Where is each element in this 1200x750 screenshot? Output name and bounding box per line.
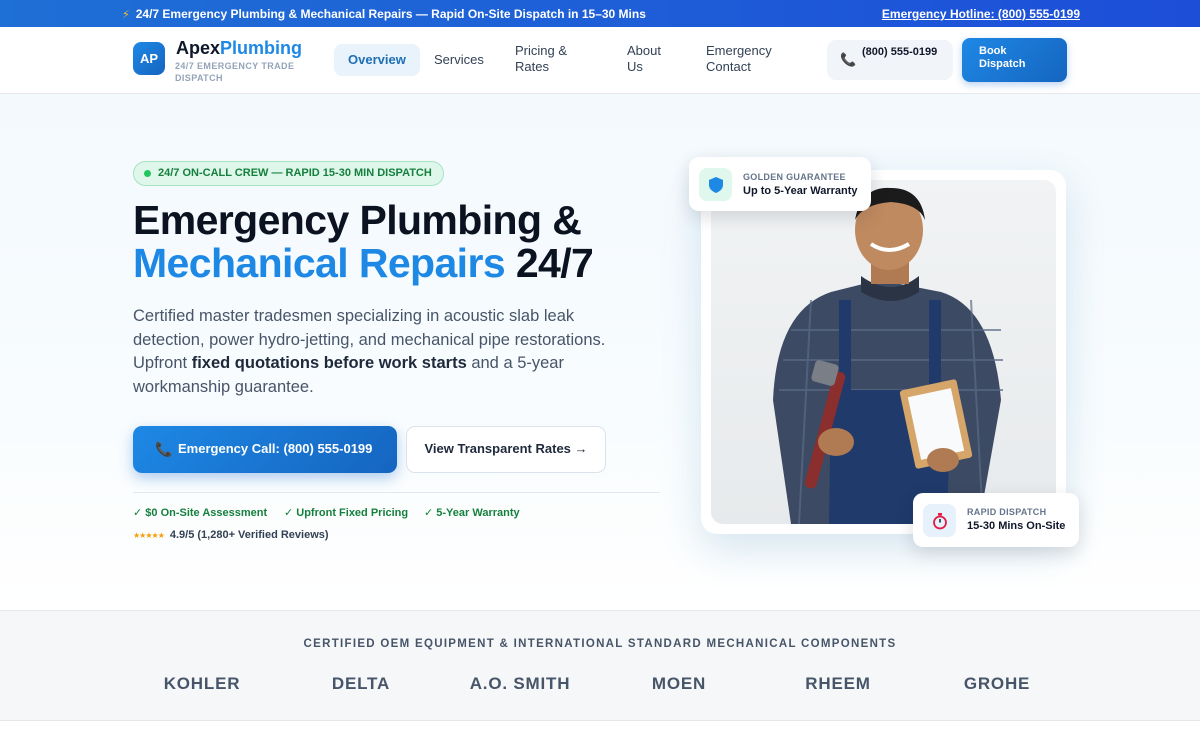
star-rating-icon: ★★★★★ <box>133 531 165 540</box>
brand-logo-grohe: GROHE <box>963 674 1031 693</box>
hotline-link[interactable]: Emergency Hotline: (800) 555-0199 <box>882 7 1080 21</box>
announcement-bar: ⚡ 24/7 Emergency Plumbing & Mechanical R… <box>0 0 1200 27</box>
hero-title: Emergency Plumbing & Mechanical Repairs … <box>133 197 594 286</box>
brand-tagline: 24/7 EMERGENCY TRADE DISPATCH <box>175 61 295 83</box>
brands-title: CERTIFIED OEM EQUIPMENT & INTERNATIONAL … <box>303 638 897 650</box>
nav-overview[interactable]: Overview <box>334 44 420 76</box>
dispatch-label: RAPID DISPATCH <box>967 507 1047 517</box>
technician-photo <box>711 180 1056 524</box>
brand-name-part2: Plumbing <box>220 38 303 58</box>
brand-logo-moen: MOEN <box>651 674 707 693</box>
technician-photo-card <box>701 170 1066 534</box>
brand-logo-ao-smith: A.O. SMITH <box>469 674 571 693</box>
phone-number: (800) 555-0199 <box>862 46 938 58</box>
status-dot <box>144 170 151 177</box>
brand-name[interactable]: ApexPlumbing <box>176 38 302 59</box>
hero-title-highlight: Mechanical Repairs <box>133 240 506 286</box>
availability-pill: 24/7 ON-CALL CREW — RAPID 15-30 MIN DISP… <box>133 161 444 186</box>
availability-text: 24/7 ON-CALL CREW — RAPID 15-30 MIN DISP… <box>158 167 432 179</box>
book-dispatch-button[interactable]: Book Dispatch <box>962 38 1067 82</box>
nav-pricing-rates[interactable]: Pricing & Rates <box>515 43 585 75</box>
phone-icon: 📞 <box>840 52 857 67</box>
rating-row: ★★★★★ 4.9/5 (1,280+ Verified Reviews) <box>133 529 329 541</box>
nav-emergency-contact[interactable]: Emergency Contact <box>706 43 786 75</box>
brand-logo-delta: DELTA <box>331 674 391 693</box>
technician-illustration <box>773 187 1003 524</box>
emergency-call-button[interactable]: 📞 Emergency Call: (800) 555-0199 <box>133 426 397 473</box>
guarantee-label: GOLDEN GUARANTEE <box>743 172 846 182</box>
hero-title-line1: Emergency Plumbing & <box>133 197 582 243</box>
brand-logo-rheem: RHEEM <box>805 674 871 693</box>
feature-assessment: ✓ $0 On-Site Assessment <box>133 507 268 519</box>
brand-name-part1: Apex <box>176 38 221 58</box>
lightning-icon: ⚡ <box>122 8 130 21</box>
shield-icon <box>699 168 732 201</box>
rating-text: 4.9/5 (1,280+ Verified Reviews) <box>169 529 329 541</box>
brand-logo-kohler: KOHLER <box>163 674 241 693</box>
brands-strip: CERTIFIED OEM EQUIPMENT & INTERNATIONAL … <box>0 610 1200 721</box>
book-dispatch-label: Book Dispatch <box>979 45 1026 70</box>
stopwatch-icon <box>923 504 956 537</box>
hero-title-suffix: 24/7 <box>505 240 594 286</box>
nav-about-us[interactable]: About Us <box>627 43 677 75</box>
guarantee-badge: GOLDEN GUARANTEE Up to 5-Year Warranty <box>689 157 871 211</box>
hero-description: Certified master tradesmen specializing … <box>133 305 633 399</box>
hero-description-bold: fixed quotations before work starts <box>191 354 467 372</box>
feature-fixed-pricing: ✓ Upfront Fixed Pricing <box>284 507 409 519</box>
divider <box>133 492 660 493</box>
main-nav: AP ApexPlumbing 24/7 EMERGENCY TRADE DIS… <box>0 27 1200 94</box>
phone-button[interactable]: 📞 (800) 555-0199 <box>827 40 953 80</box>
dispatch-badge: RAPID DISPATCH 15-30 Mins On-Site <box>913 493 1079 547</box>
announcement-text: 24/7 Emergency Plumbing & Mechanical Rep… <box>135 7 646 21</box>
nav-services[interactable]: Services <box>434 52 484 68</box>
phone-icon: 📞 <box>155 441 173 457</box>
view-rates-button[interactable]: View Transparent Rates → <box>406 426 606 473</box>
dispatch-value: 15-30 Mins On-Site <box>967 520 1066 532</box>
emergency-call-label: Emergency Call: (800) 555-0199 <box>178 441 373 456</box>
announcement: ⚡ 24/7 Emergency Plumbing & Mechanical R… <box>122 7 646 21</box>
guarantee-value: Up to 5-Year Warranty <box>743 185 858 197</box>
logo-badge[interactable]: AP <box>133 42 165 75</box>
hero-section: 24/7 ON-CALL CREW — RAPID 15-30 MIN DISP… <box>0 94 1200 610</box>
feature-warranty: ✓ 5-Year Warranty <box>424 507 520 519</box>
